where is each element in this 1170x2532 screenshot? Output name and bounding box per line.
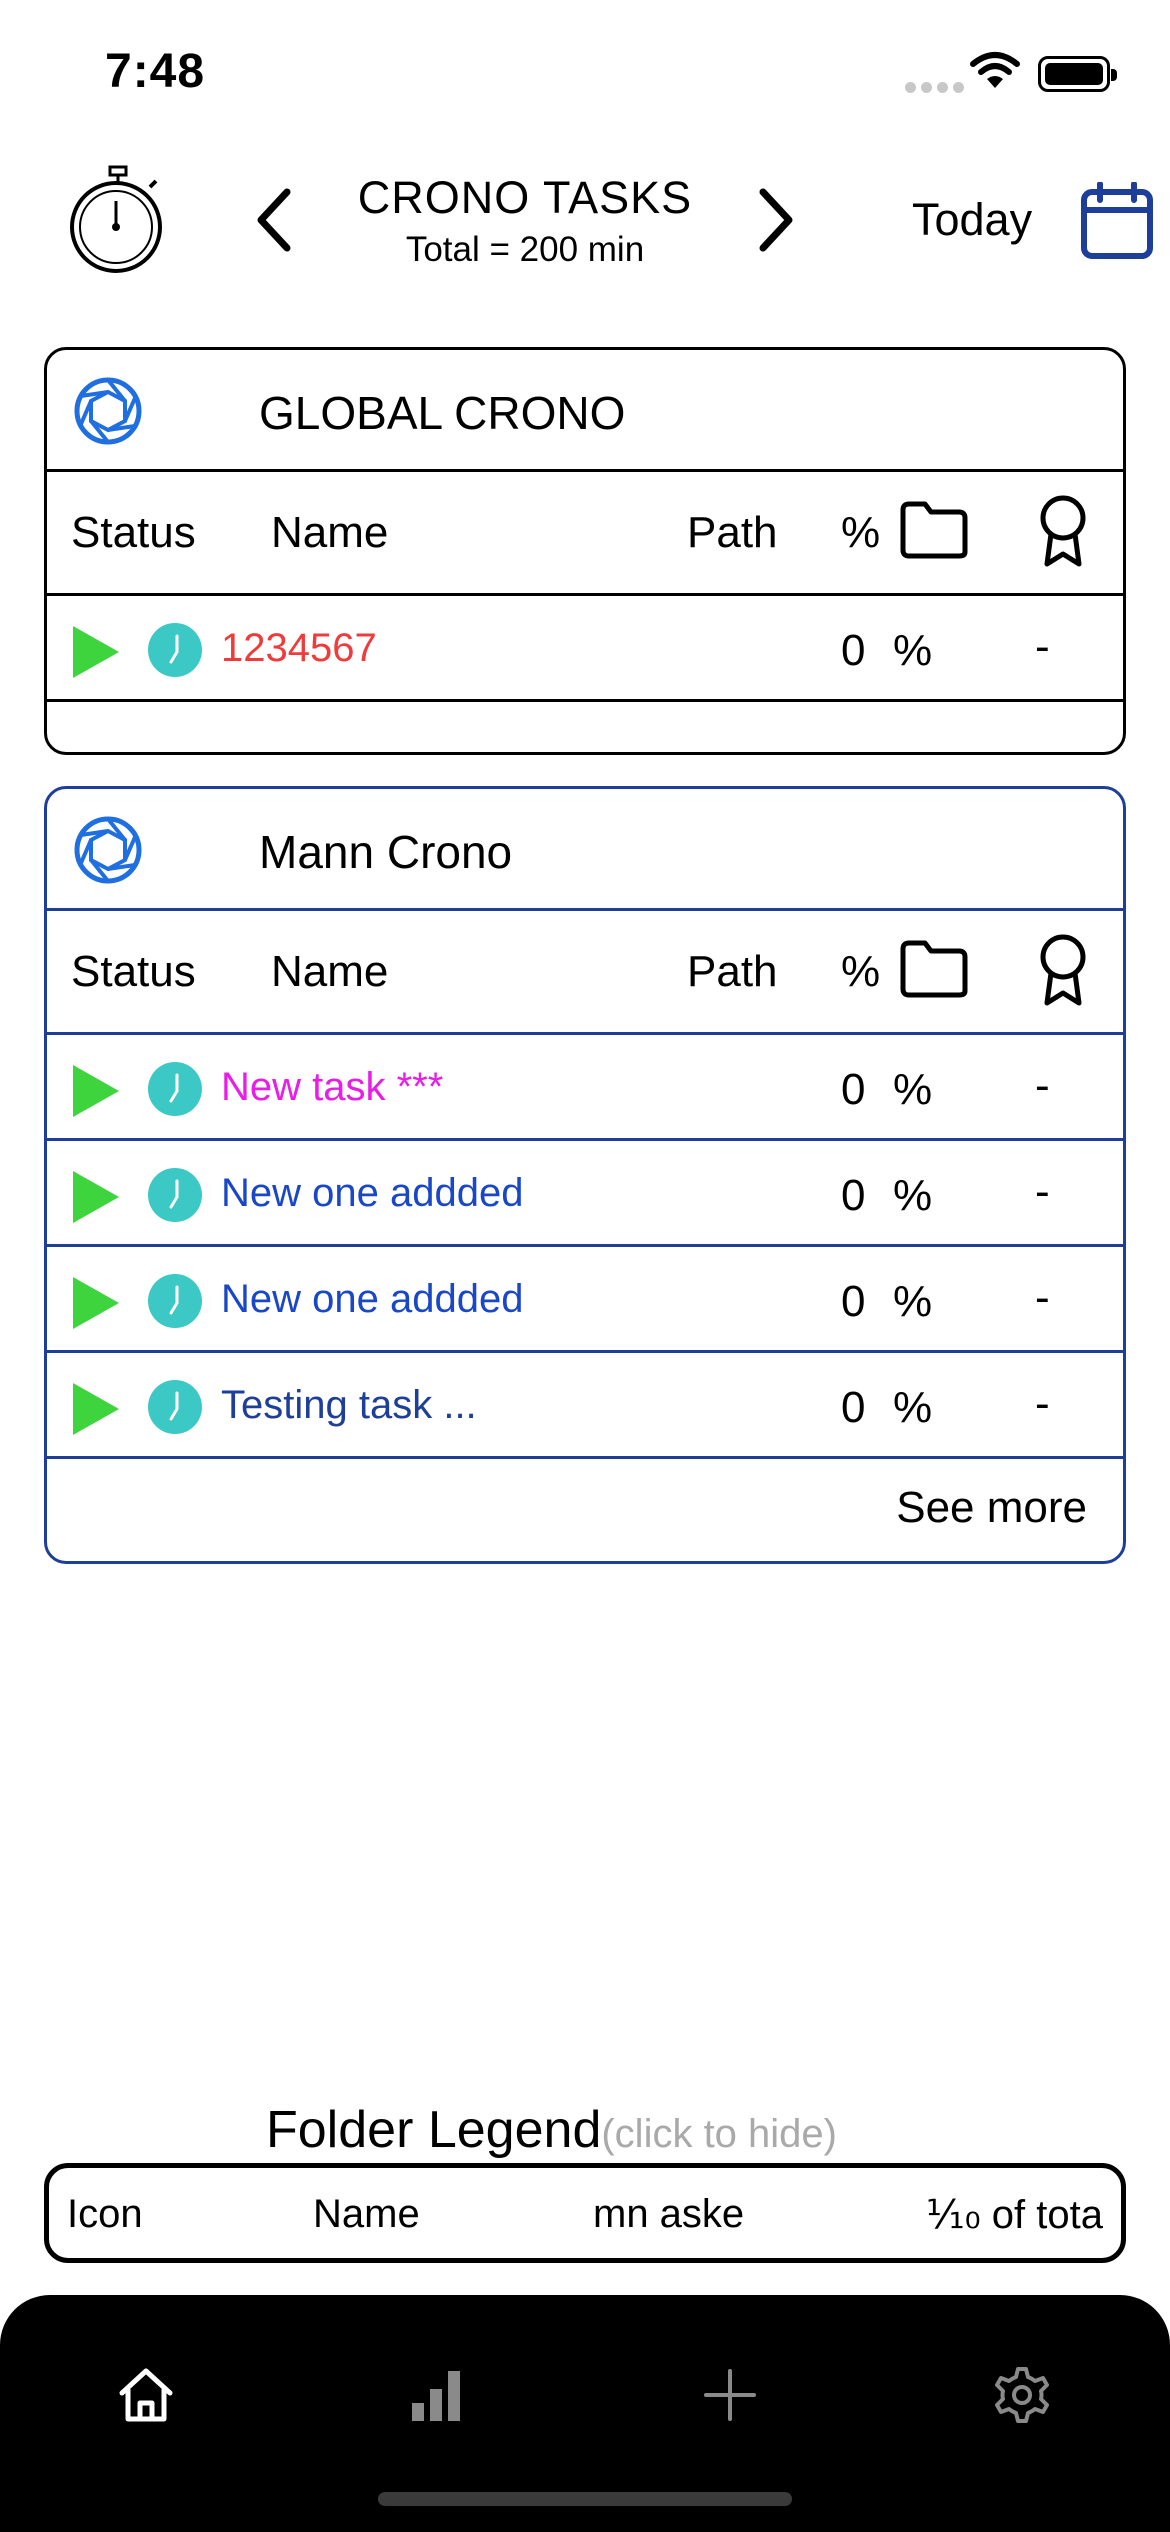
status-time: 7:48: [105, 45, 206, 98]
task-row[interactable]: New one addded 0% -: [47, 1247, 1123, 1353]
column-name: Name: [271, 508, 389, 557]
clock-icon: [148, 1274, 202, 1328]
column-path: Path: [687, 947, 778, 996]
home-indicator: [378, 2492, 792, 2506]
percent-sign: %: [893, 1065, 933, 1114]
task-name[interactable]: Testing task ...: [221, 1383, 477, 1428]
legend-title-text: Folder Legend: [266, 2101, 602, 2159]
total-minutes: Total = 200 min: [405, 230, 645, 269]
percent-sign: %: [893, 626, 933, 675]
card-title: Mann Crono: [259, 826, 513, 878]
column-percent: %: [841, 947, 881, 996]
page-title: CRONO TASKS: [357, 172, 693, 223]
status-bar: 7:48: [0, 0, 1170, 140]
folder-legend-table: Icon Name mn aske ⅒ of tota: [44, 2163, 1126, 2263]
plus-icon[interactable]: [700, 2365, 760, 2425]
task-row[interactable]: New task *** 0% -: [47, 1035, 1123, 1141]
task-row[interactable]: New one addded 0% -: [47, 1141, 1123, 1247]
see-more-row: See more: [47, 1459, 1123, 1561]
cellular-signal-icon: [905, 82, 964, 93]
card-header: Mann Crono: [47, 789, 1123, 911]
percent-sign: %: [893, 1171, 933, 1220]
task-percent-value: 0: [841, 1065, 866, 1114]
column-header-row: Status Name Path %: [47, 911, 1123, 1035]
home-icon[interactable]: [116, 2365, 176, 2425]
task-percent-value: 0: [841, 1171, 866, 1220]
clock-icon: [148, 1062, 202, 1116]
clock-icon: [148, 1380, 202, 1434]
task-percent-value: 0: [841, 1277, 866, 1326]
gear-icon[interactable]: [992, 2365, 1052, 2425]
title-block: CRONO TASKS Total = 200 min: [300, 172, 750, 270]
column-percent: %: [841, 508, 881, 557]
aperture-icon: [74, 377, 142, 445]
column-status: Status: [71, 508, 196, 557]
percent-sign: %: [893, 1277, 933, 1326]
card-title: GLOBAL CRONO: [259, 387, 626, 439]
wifi-icon: [970, 52, 1020, 88]
award-ribbon-icon: [1040, 495, 1086, 567]
bar-chart-icon[interactable]: [408, 2365, 468, 2425]
task-name[interactable]: New one addded: [221, 1277, 523, 1322]
folder-legend-title[interactable]: Folder Legend(click to hide): [266, 2100, 837, 2160]
card-footer: [47, 702, 1123, 752]
percent-sign: %: [893, 1383, 933, 1432]
play-icon[interactable]: [73, 1383, 119, 1435]
aperture-icon: [74, 816, 142, 884]
legend-col-name: Name: [313, 2192, 420, 2236]
play-icon[interactable]: [73, 1277, 119, 1329]
award-ribbon-icon: [1040, 934, 1086, 1006]
column-status: Status: [71, 947, 196, 996]
see-more-button[interactable]: See more: [896, 1483, 1087, 1533]
folder-icon: [900, 501, 968, 559]
mann-crono-card: Mann Crono Status Name Path % New task *…: [44, 786, 1126, 1564]
task-percent-value: 0: [841, 626, 866, 675]
task-award-value: -: [1035, 1379, 1050, 1428]
task-name[interactable]: 1234567: [221, 626, 377, 671]
header: CRONO TASKS Total = 200 min Today: [0, 150, 1170, 290]
legend-col-icon: Icon: [67, 2192, 143, 2236]
folder-icon: [900, 940, 968, 998]
card-header: GLOBAL CRONO: [47, 350, 1123, 472]
task-row[interactable]: Testing task ... 0% -: [47, 1353, 1123, 1459]
task-name[interactable]: New one addded: [221, 1171, 523, 1216]
play-icon[interactable]: [73, 1065, 119, 1117]
legend-col-minutes: mn aske: [593, 2192, 745, 2236]
task-award-value: -: [1035, 1061, 1050, 1110]
chevron-right-icon[interactable]: [755, 188, 795, 252]
play-icon[interactable]: [73, 626, 119, 678]
task-award-value: -: [1035, 622, 1050, 671]
chevron-left-icon[interactable]: [255, 188, 295, 252]
today-button[interactable]: Today: [912, 194, 1032, 246]
stopwatch-icon[interactable]: [68, 165, 168, 275]
task-percent-value: 0: [841, 1383, 866, 1432]
column-name: Name: [271, 947, 389, 996]
global-crono-card: GLOBAL CRONO Status Name Path % 1234567 0…: [44, 347, 1126, 755]
clock-icon: [148, 623, 202, 677]
column-header-row: Status Name Path %: [47, 472, 1123, 596]
calendar-icon[interactable]: [1080, 182, 1154, 260]
clock-icon: [148, 1168, 202, 1222]
battery-icon: [1038, 56, 1117, 92]
legend-hide-hint[interactable]: (click to hide): [601, 2112, 837, 2156]
task-award-value: -: [1035, 1167, 1050, 1216]
task-name[interactable]: New task ***: [221, 1065, 443, 1110]
task-row[interactable]: 1234567 0% -: [47, 596, 1123, 702]
play-icon[interactable]: [73, 1171, 119, 1223]
task-award-value: -: [1035, 1273, 1050, 1322]
column-path: Path: [687, 508, 778, 557]
legend-col-fraction: ⅒ of tota: [925, 2193, 1103, 2237]
